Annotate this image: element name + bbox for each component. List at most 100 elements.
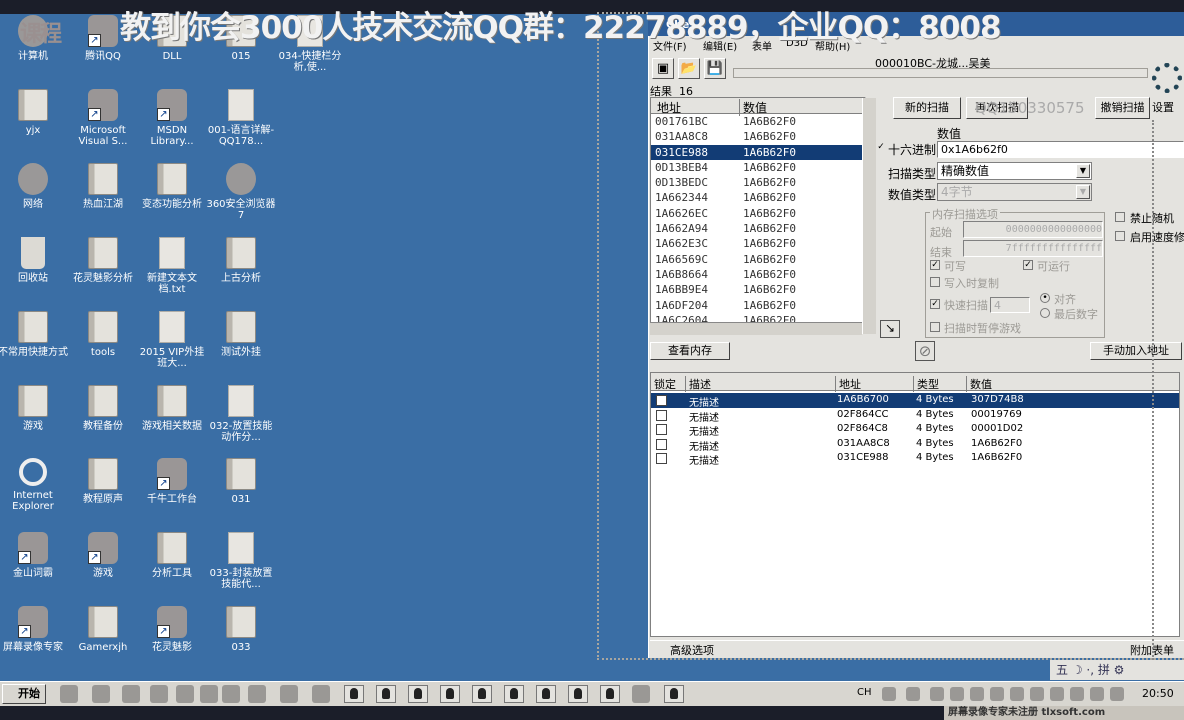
table-row[interactable]: 无描述 1A6B6700 4 Bytes 307D74B8 (651, 393, 1179, 409)
desktop-icon[interactable]: 360安全浏览器7 (206, 163, 276, 221)
desktop-icon[interactable]: 2015 VIP外挂班大... (137, 311, 207, 369)
undo-scan-button[interactable]: 撤销扫描 (1095, 97, 1150, 119)
taskbar-app-icon[interactable] (472, 685, 492, 703)
save-button[interactable]: 💾 (704, 58, 726, 79)
pause-game-checkbox[interactable] (930, 322, 940, 332)
list-item[interactable]: 1A662E3C 1A6B62F0 (651, 236, 865, 251)
desktop-icon[interactable]: 花灵魅影分析 (68, 237, 138, 284)
list-item[interactable]: 1A6BB9E4 1A6B62F0 (651, 282, 865, 297)
last-digits-radio[interactable] (1040, 308, 1050, 318)
desktop-icon[interactable]: ↗ 屏幕录像专家 (0, 606, 68, 653)
taskbar-app-icon[interactable] (280, 685, 298, 703)
taskbar-app-icon[interactable] (122, 685, 140, 703)
language-indicator[interactable]: CH (857, 687, 872, 698)
desktop-icon[interactable]: 测试外挂 (206, 311, 276, 358)
lock-checkbox[interactable] (656, 438, 667, 450)
column-type[interactable]: 类型 (913, 376, 939, 392)
desktop-icon[interactable]: 033-封装放置技能代... (206, 532, 276, 590)
tray-icon[interactable] (990, 687, 1004, 701)
desktop-icon[interactable]: ↗ 游戏 (68, 532, 138, 579)
desktop-icon[interactable]: 网络 (0, 163, 68, 210)
taskbar-app-icon[interactable] (536, 685, 556, 703)
tray-icon[interactable] (906, 687, 920, 701)
desktop-icon[interactable]: 变态功能分析 (137, 163, 207, 210)
start-button[interactable]: 开始 (2, 684, 46, 704)
desktop-icon[interactable]: 分析工具 (137, 532, 207, 579)
advanced-options-button[interactable]: 高级选项 (670, 642, 714, 658)
list-horizontal-scrollbar[interactable] (650, 322, 862, 335)
desktop-icon[interactable]: Internet Explorer (0, 458, 68, 512)
taskbar-app-icon[interactable] (60, 685, 78, 703)
open-file-button[interactable]: 📂 (678, 58, 700, 79)
list-item[interactable]: 1A66569C 1A6B62F0 (651, 252, 865, 267)
taskbar-app-icon[interactable] (408, 685, 428, 703)
column-description[interactable]: 描述 (685, 376, 711, 392)
fast-scan-input[interactable]: 4 (990, 297, 1030, 313)
tray-icon[interactable] (1070, 687, 1084, 701)
view-memory-button[interactable]: 查看内存 (650, 342, 730, 360)
add-address-button[interactable]: 手动加入地址 (1090, 342, 1182, 360)
copy-on-write-checkbox[interactable] (930, 277, 940, 287)
taskbar-app-icon[interactable] (344, 685, 364, 703)
desktop-icon[interactable]: 033 (206, 606, 276, 653)
table-row[interactable]: 无描述 02F864C8 4 Bytes 00001D02 (651, 422, 1179, 438)
desktop-icon[interactable]: 回收站 (0, 237, 68, 284)
new-scan-button[interactable]: 新的扫描 (893, 97, 961, 119)
desktop-icon[interactable]: yjx (0, 89, 68, 136)
scan-type-select[interactable]: 精确数值 ▼ (937, 162, 1092, 180)
taskbar-app-icon[interactable] (200, 685, 218, 703)
value-input[interactable]: 0x1A6b62f0 (937, 141, 1184, 158)
tray-icon[interactable] (930, 687, 944, 701)
scan-results-list[interactable]: 地址 数值 001761BC 1A6B62F0 031AA8C8 1A6B62F0 03… (650, 97, 866, 333)
desktop-icon[interactable]: 001-语言详解-QQ178... (206, 89, 276, 147)
desktop-icon[interactable]: Gamerxjh (68, 606, 138, 653)
table-row[interactable]: 无描述 02F864CC 4 Bytes 00019769 (651, 408, 1179, 424)
tray-icon[interactable] (1050, 687, 1064, 701)
window-splitter[interactable] (1152, 120, 1154, 660)
column-lock[interactable]: 锁定 (651, 376, 676, 392)
lock-checkbox[interactable] (656, 453, 667, 464)
desktop-icon[interactable]: 教程原声 (68, 458, 138, 505)
desktop-icon[interactable]: 新建文本文档.txt (137, 237, 207, 295)
column-value[interactable]: 数值 (966, 376, 992, 392)
settings-button[interactable]: 设置 (1152, 55, 1184, 117)
table-row[interactable]: 无描述 031AA8C8 4 Bytes 1A6B62F0 (651, 437, 1179, 453)
desktop-icon[interactable]: 上古分析 (206, 237, 276, 284)
desktop-icon[interactable]: ↗ 花灵魅影 (137, 606, 207, 653)
taskbar-app-icon[interactable] (600, 685, 620, 703)
desktop-icon[interactable]: tools (68, 311, 138, 358)
desktop-icon[interactable]: ↗ MSDN Library... (137, 89, 207, 147)
desktop-icon[interactable]: 不常用快捷方式 (0, 311, 68, 358)
clock[interactable]: 20:50 (1142, 687, 1174, 700)
list-item[interactable]: 1A662A94 1A6B62F0 (651, 221, 865, 236)
speedhack-checkbox[interactable] (1115, 231, 1125, 241)
tray-icon[interactable] (970, 687, 984, 701)
tray-icon[interactable] (882, 687, 896, 701)
column-address[interactable]: 地址 (835, 376, 861, 392)
lock-checkbox[interactable] (656, 395, 667, 406)
tray-icon[interactable] (1030, 687, 1044, 701)
lock-checkbox[interactable] (656, 409, 667, 421)
taskbar-app-icon[interactable] (150, 685, 168, 703)
start-address-input[interactable]: 0000000000000000 (963, 221, 1103, 238)
taskbar-app-icon[interactable] (222, 685, 240, 703)
taskbar-app-icon[interactable] (632, 685, 650, 703)
desktop-icon[interactable]: ↗ 金山词霸 (0, 532, 68, 579)
stop-button[interactable]: ⊘ (915, 341, 935, 361)
list-item[interactable]: 031CE988 1A6B62F0 (651, 144, 865, 160)
list-item[interactable]: 001761BC 1A6B62F0 (651, 114, 865, 129)
table-row[interactable]: 无描述 031CE988 4 Bytes 1A6B62F0 (651, 451, 1179, 467)
tray-icon[interactable] (1090, 687, 1104, 701)
taskbar-app-icon[interactable] (504, 685, 524, 703)
add-selected-to-table-button[interactable]: ↘ (880, 320, 900, 338)
align-radio[interactable]: • (1040, 293, 1050, 303)
desktop-icon[interactable]: 游戏 (0, 385, 68, 432)
taskbar-app-icon[interactable] (248, 685, 266, 703)
taskbar-app-icon[interactable] (176, 685, 194, 703)
no-random-checkbox[interactable] (1115, 212, 1125, 222)
list-item[interactable]: 1A662344 1A6B62F0 (651, 190, 865, 205)
end-address-input[interactable]: 7fffffffffffffff (963, 240, 1103, 257)
tray-icon[interactable] (1110, 687, 1124, 701)
list-item[interactable]: 0D13BEB4 1A6B62F0 (651, 160, 865, 175)
writable-checkbox[interactable]: ✓ (930, 260, 940, 270)
